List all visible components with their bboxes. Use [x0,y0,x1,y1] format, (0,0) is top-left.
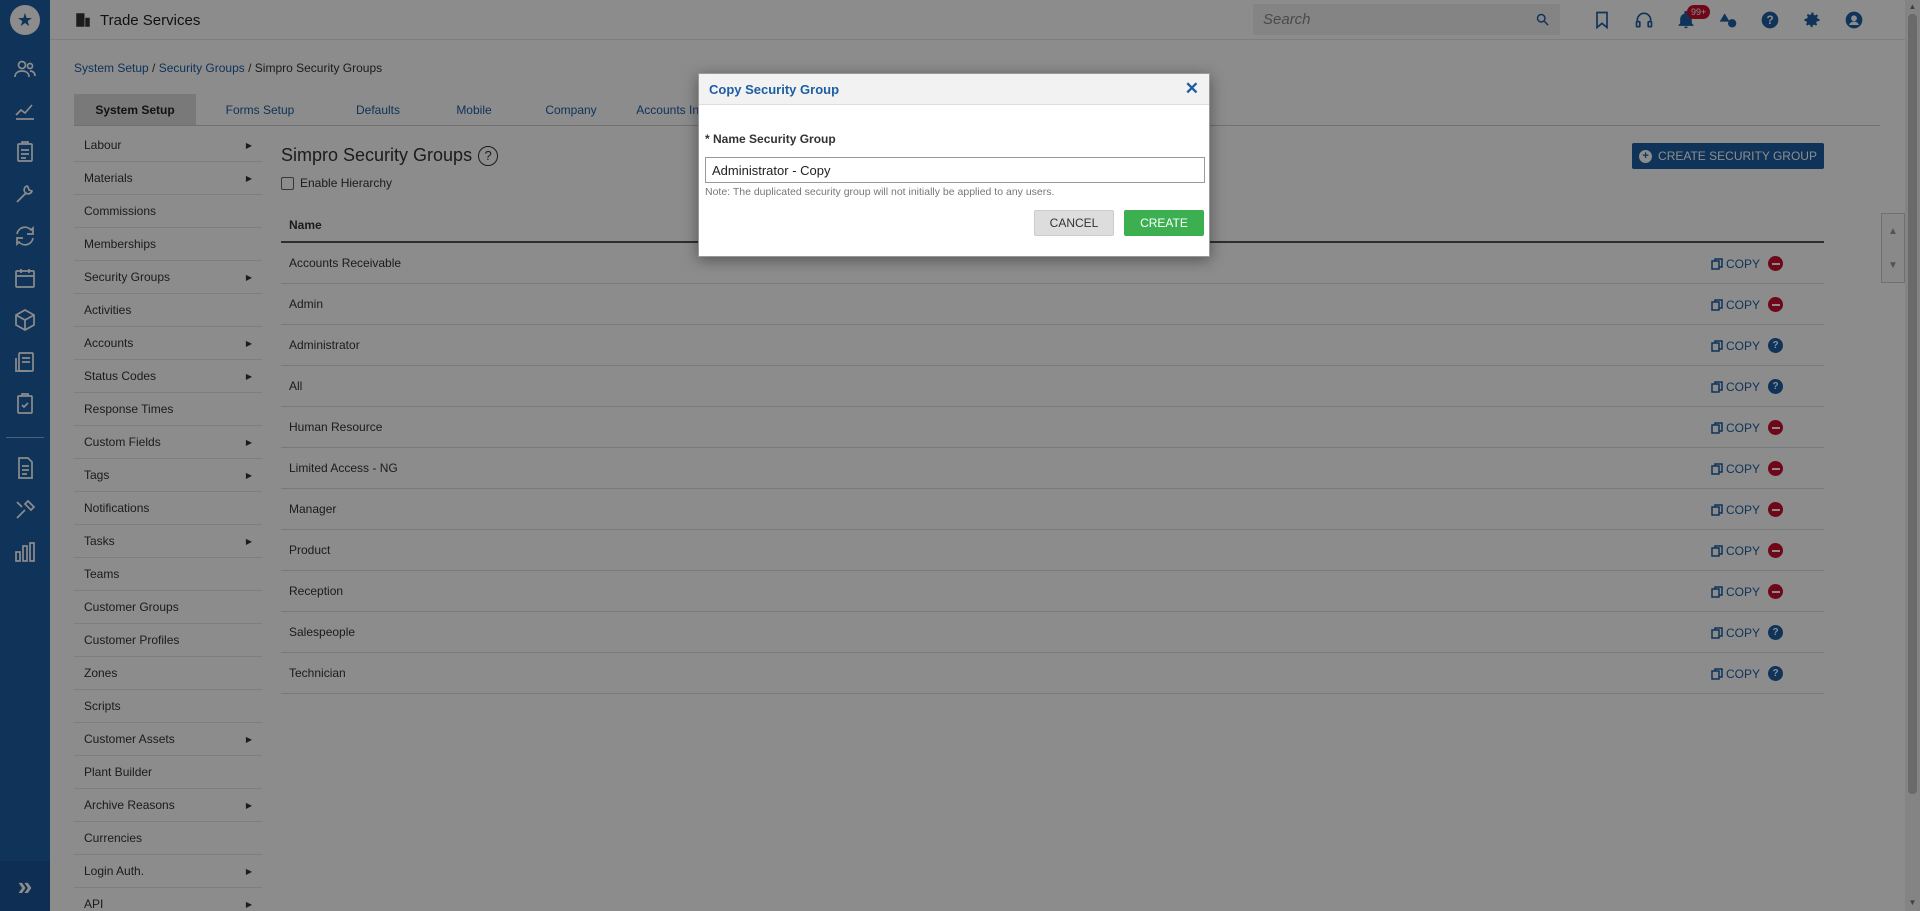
copy-security-group-dialog: Copy Security Group ✕ * Name Security Gr… [698,73,1210,257]
dialog-title: Copy Security Group [709,81,840,97]
cancel-button[interactable]: CANCEL [1034,210,1114,236]
dialog-header: Copy Security Group ✕ [699,74,1209,105]
name-security-group-label: * Name Security Group [705,132,836,146]
name-security-group-input[interactable] [705,157,1205,183]
duplicate-note: Note: The duplicated security group will… [705,186,1055,198]
close-icon[interactable]: ✕ [1185,79,1199,99]
create-button[interactable]: CREATE [1124,210,1204,236]
